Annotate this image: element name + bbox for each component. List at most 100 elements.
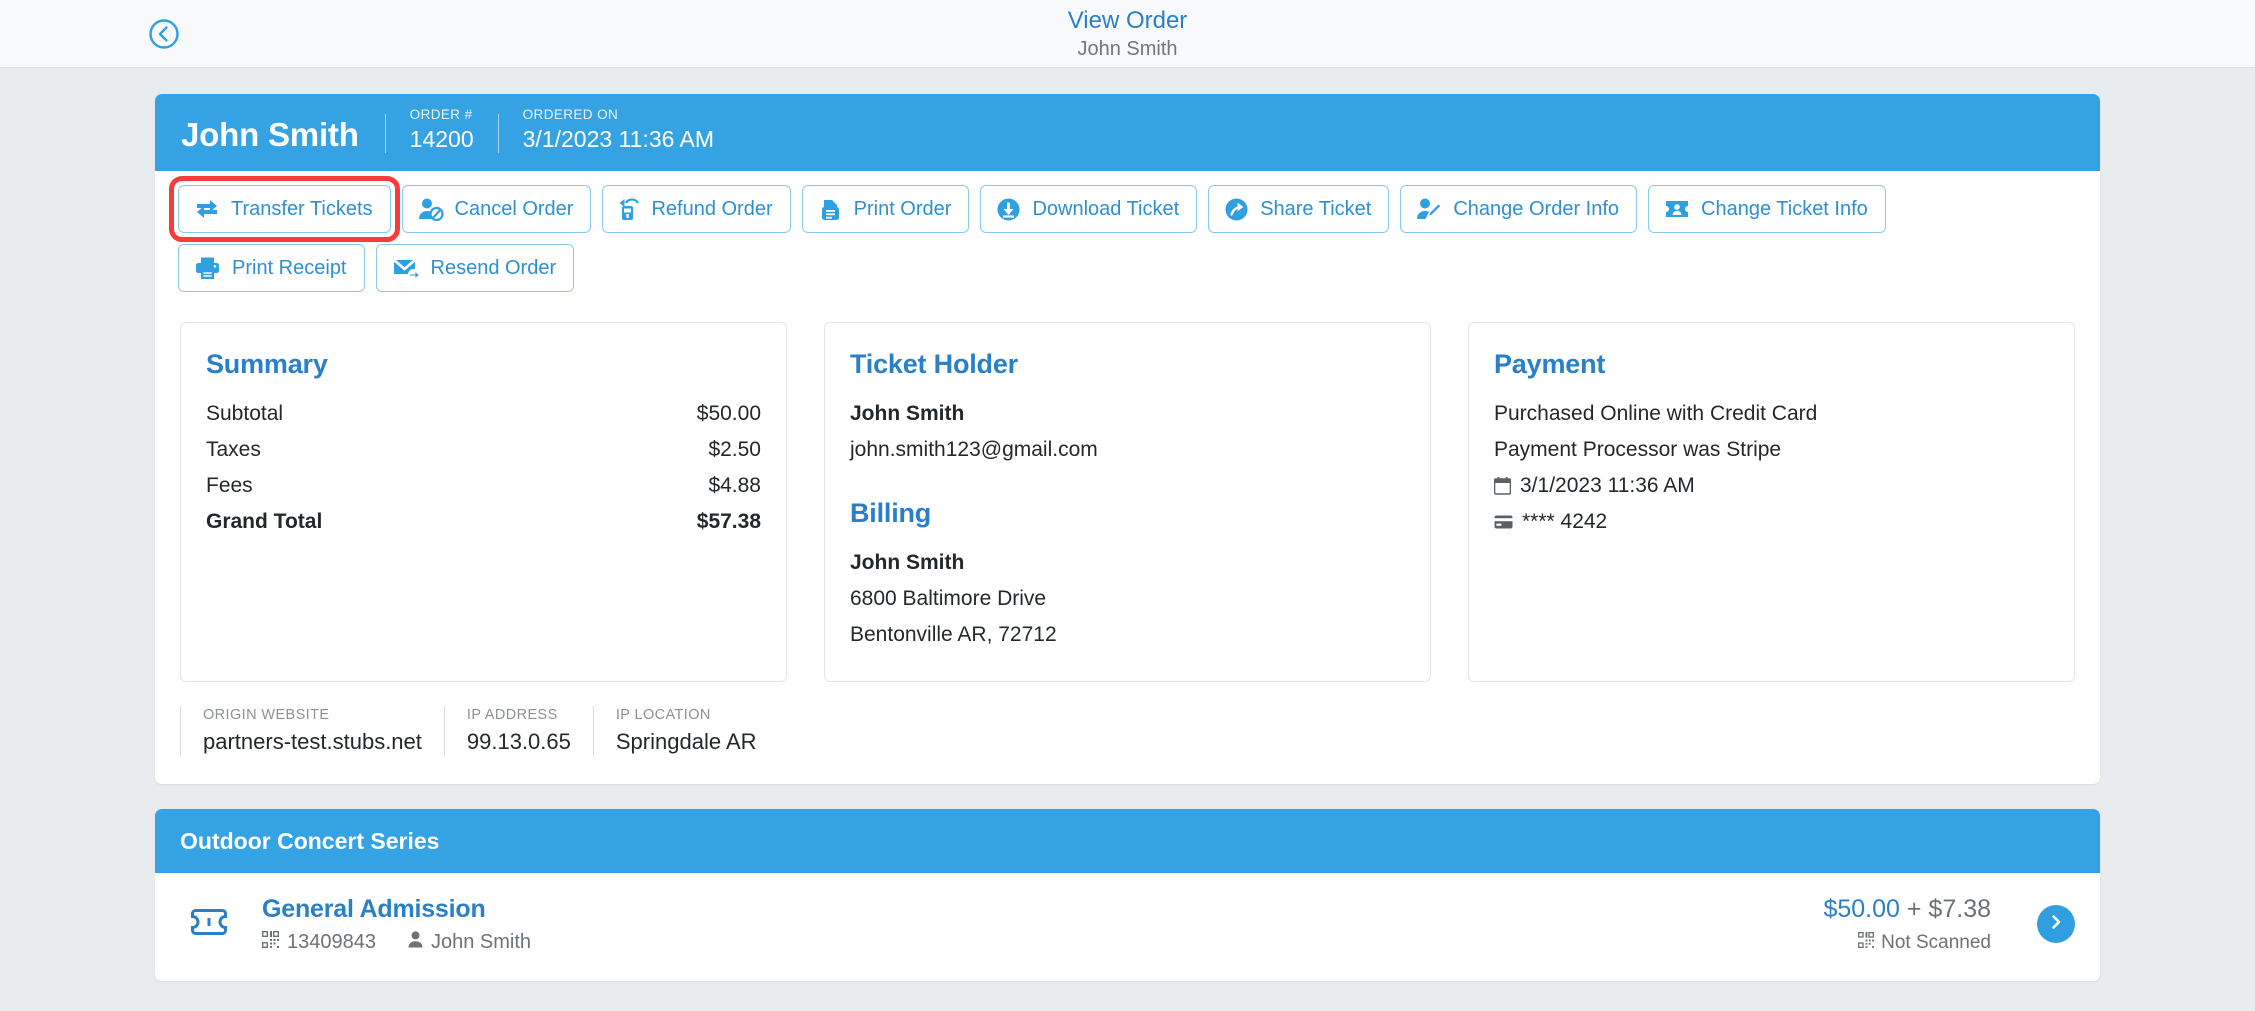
ticket-fees: + $7.38 [1906, 894, 1991, 923]
ticket-list-item[interactable]: General Admission 13409843 John Smith $5… [155, 873, 2100, 981]
back-button[interactable] [143, 13, 185, 55]
info-cards-row: Summary Subtotal $50.00 Taxes $2.50 Fees… [155, 300, 2100, 682]
print-order-icon [818, 197, 843, 222]
download-ticket-label: Download Ticket [1032, 198, 1180, 220]
payment-card: Payment Purchased Online with Credit Car… [1468, 322, 2075, 682]
billing-address-line1: 6800 Baltimore Drive [850, 587, 1047, 610]
page-title: View Order [1067, 7, 1188, 34]
ordered-on-label: ORDERED ON [522, 107, 619, 122]
billing-address-line2: Bentonville AR, 72712 [850, 623, 1057, 646]
print-order-button[interactable]: Print Order [801, 185, 970, 233]
change-ticket-info-label: Change Ticket Info [1701, 198, 1868, 220]
summary-subtotal-label: Subtotal [206, 402, 284, 425]
chevron-right-icon [2047, 913, 2065, 936]
printer-icon [194, 256, 221, 280]
user-cancel-icon [418, 197, 444, 221]
event-title: Outdoor Concert Series [155, 809, 2100, 873]
ip-address-value: 99.13.0.65 [466, 729, 571, 754]
print-receipt-button[interactable]: Print Receipt [178, 244, 365, 292]
top-bar: View Order John Smith [0, 0, 2255, 68]
payment-date: 3/1/2023 11:36 AM [1520, 474, 1695, 497]
ticket-holder-card: Ticket Holder John Smith john.smith123@g… [824, 322, 1431, 682]
ticket-detail-button[interactable] [2037, 905, 2075, 943]
download-ticket-button[interactable]: Download Ticket [980, 185, 1198, 233]
event-card: Outdoor Concert Series General Admission [155, 809, 2100, 981]
ticket-info: General Admission 13409843 John Smith [262, 893, 1801, 955]
change-ticket-info-button[interactable]: Change Ticket Info [1648, 185, 1886, 233]
summary-fees-value: $4.88 [708, 474, 761, 497]
refund-order-label: Refund Order [651, 198, 773, 220]
transfer-tickets-label: Transfer Tickets [231, 198, 373, 220]
ticket-barcode: 13409843 [287, 931, 376, 953]
summary-row-grand-total: Grand Total $57.38 [206, 504, 761, 540]
calendar-icon [1494, 477, 1511, 495]
ordered-on-value: 3/1/2023 11:36 AM [522, 126, 715, 152]
top-bar-titles: View Order John Smith [0, 6, 2255, 62]
resend-order-label: Resend Order [430, 257, 557, 279]
origin-website-item: ORIGIN WEBSITE partners-test.stubs.net [180, 706, 444, 756]
summary-card: Summary Subtotal $50.00 Taxes $2.50 Fees… [180, 322, 787, 682]
summary-row-fees: Fees $4.88 [206, 468, 761, 504]
billing-name: John Smith [850, 551, 965, 574]
order-number-label: ORDER # [409, 107, 473, 122]
summary-taxes-value: $2.50 [708, 438, 761, 461]
envelope-resend-icon [392, 256, 420, 280]
transfer-arrows-icon [194, 198, 220, 220]
summary-fees-label: Fees [206, 474, 253, 497]
change-order-info-button[interactable]: Change Order Info [1400, 185, 1638, 233]
payment-card-number: **** 4242 [1522, 510, 1608, 533]
print-receipt-label: Print Receipt [232, 257, 347, 279]
ip-location-value: Springdale AR [615, 729, 757, 754]
ticket-holder-name: John Smith [850, 402, 965, 425]
ip-location-label: IP LOCATION [615, 707, 711, 723]
ticket-sub-info: 13409843 John Smith [262, 929, 1801, 955]
cancel-order-button[interactable]: Cancel Order [401, 185, 592, 233]
ticket-name: General Admission [262, 895, 486, 923]
chevron-left-circle-icon [148, 18, 180, 50]
summary-row-taxes: Taxes $2.50 [206, 432, 761, 468]
summary-title: Summary [206, 349, 328, 379]
order-number-value: 14200 [409, 126, 474, 152]
order-banner: John Smith ORDER # 14200 ORDERED ON 3/1/… [155, 94, 2100, 171]
order-meta-row: ORIGIN WEBSITE partners-test.stubs.net I… [155, 682, 2100, 784]
share-ticket-label: Share Ticket [1260, 198, 1372, 220]
summary-grand-total-label: Grand Total [206, 510, 323, 533]
refund-icon [618, 197, 640, 222]
credit-card-icon [1494, 515, 1513, 529]
ticket-scan-status-row: Not Scanned [1823, 930, 1991, 955]
ip-address-label: IP ADDRESS [466, 707, 558, 723]
page-content: John Smith ORDER # 14200 ORDERED ON 3/1/… [0, 68, 2255, 981]
origin-website-value: partners-test.stubs.net [203, 729, 422, 754]
ticket-user-icon [1664, 197, 1690, 221]
ticket-holder-email: john.smith123@gmail.com [850, 438, 1098, 461]
ticket-holder-name-small: John Smith [430, 931, 532, 953]
qr-code-icon [1858, 930, 1875, 955]
ticket-scan-status: Not Scanned [1881, 931, 1991, 953]
ticket-price-row: $50.00 + $7.38 [1823, 894, 1991, 925]
ticket-icon [180, 907, 240, 942]
summary-row-subtotal: Subtotal $50.00 [206, 396, 761, 432]
share-circle-icon [1224, 197, 1249, 222]
ticket-holder-title: Ticket Holder [850, 349, 1018, 379]
qr-code-icon [262, 929, 279, 955]
share-ticket-button[interactable]: Share Ticket [1208, 185, 1390, 233]
payment-title: Payment [1494, 349, 1606, 379]
resend-order-button[interactable]: Resend Order [375, 244, 575, 292]
payment-processor: Payment Processor was Stripe [1494, 438, 1782, 461]
order-action-buttons: Transfer Tickets Cancel Order Refund Ord… [155, 171, 1945, 300]
transfer-tickets-highlight: Transfer Tickets [169, 176, 400, 242]
refund-order-button[interactable]: Refund Order [602, 185, 791, 233]
user-edit-icon [1416, 197, 1442, 221]
origin-website-label: ORIGIN WEBSITE [203, 707, 330, 723]
cancel-order-label: Cancel Order [454, 198, 574, 220]
order-card: John Smith ORDER # 14200 ORDERED ON 3/1/… [155, 94, 2100, 784]
summary-subtotal-value: $50.00 [696, 402, 761, 425]
ticket-price-block: $50.00 + $7.38 Not Scanned [1823, 894, 1991, 955]
ip-location-item: IP LOCATION Springdale AR [592, 706, 779, 756]
payment-date-row: 3/1/2023 11:36 AM [1494, 468, 2049, 504]
summary-grand-total-value: $57.38 [696, 510, 761, 533]
download-circle-icon [996, 197, 1021, 222]
person-icon [408, 929, 423, 955]
ip-address-item: IP ADDRESS 99.13.0.65 [443, 706, 593, 756]
transfer-tickets-button[interactable]: Transfer Tickets [178, 185, 391, 233]
